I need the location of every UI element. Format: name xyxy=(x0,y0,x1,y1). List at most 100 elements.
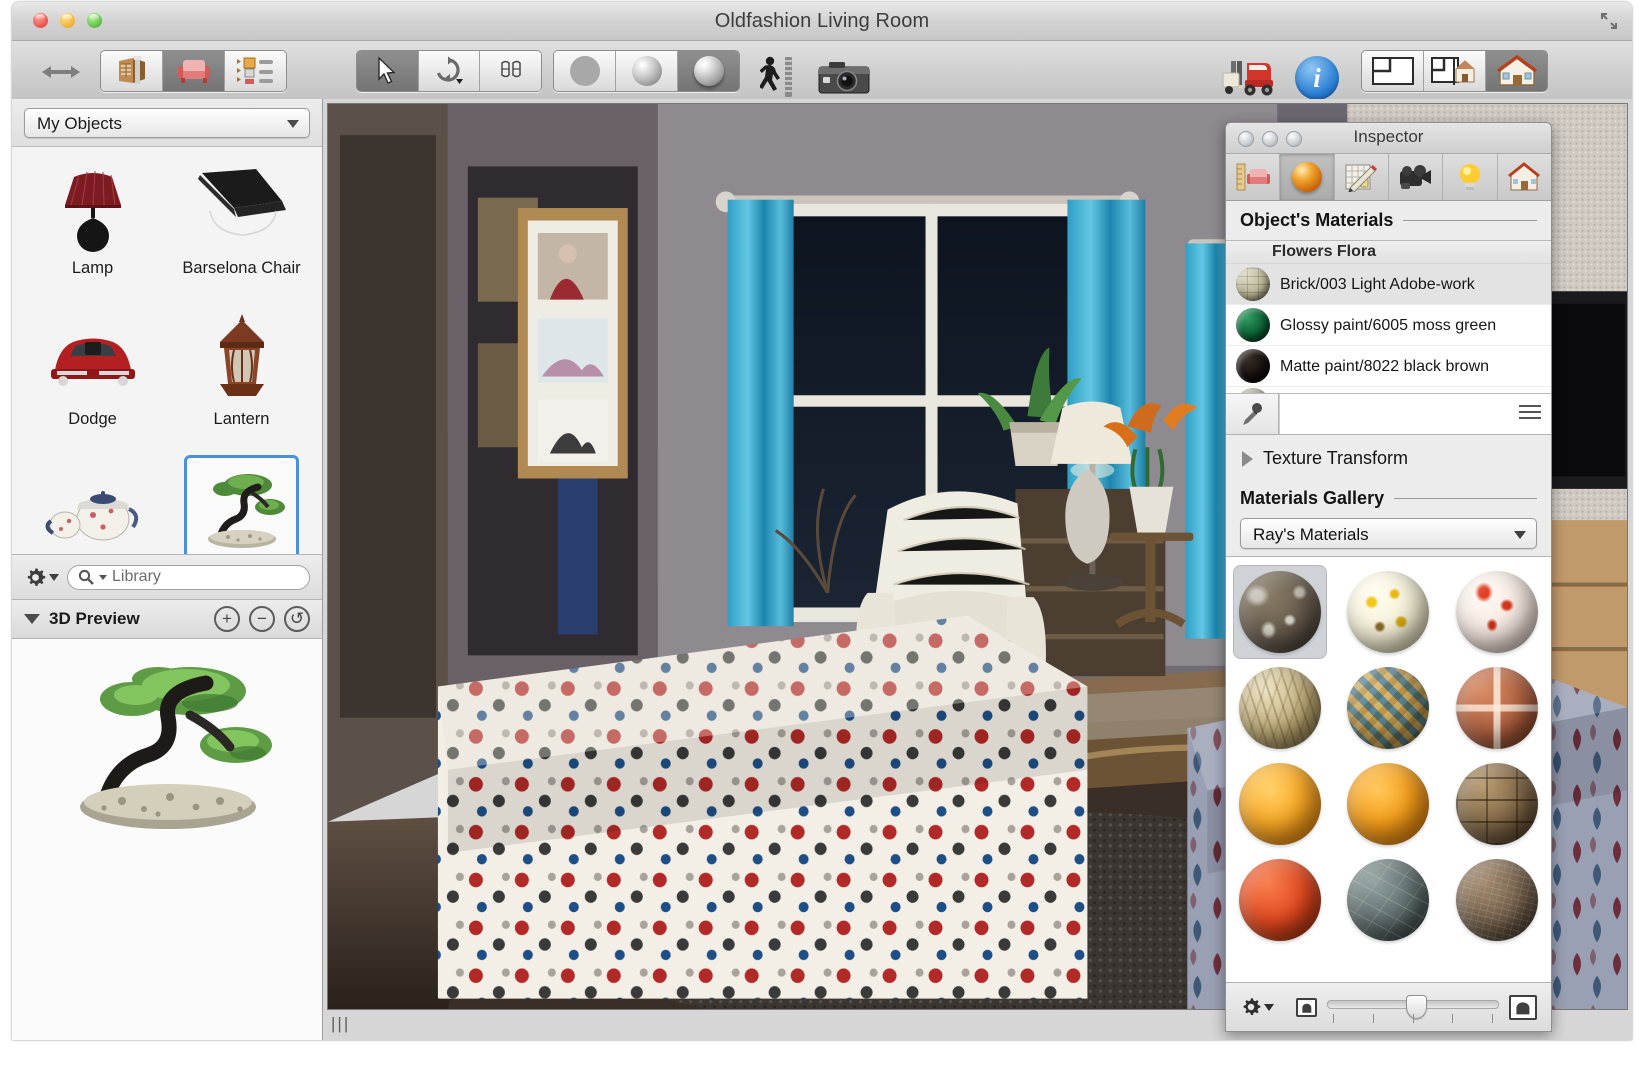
material-ball xyxy=(1456,763,1538,845)
lightbulb-icon xyxy=(1456,162,1484,192)
select-tool[interactable] xyxy=(357,51,419,91)
resize-grip[interactable]: ||| xyxy=(331,1014,350,1034)
eyedropper-value-field[interactable] xyxy=(1279,394,1551,434)
library-button[interactable] xyxy=(101,51,163,91)
object-item-bonsai[interactable]: Bonsai xyxy=(167,455,316,554)
tab-texture[interactable] xyxy=(1335,154,1389,200)
house-icon xyxy=(1496,55,1538,87)
object-label: Lantern xyxy=(214,410,270,429)
raytrace-shading[interactable] xyxy=(678,51,739,91)
object-materials-header: Object's Materials xyxy=(1226,201,1551,235)
tab-material[interactable] xyxy=(1280,154,1334,200)
car-thumb xyxy=(41,312,145,404)
search-icon xyxy=(78,569,94,585)
objects-button[interactable] xyxy=(163,51,225,91)
camera-button[interactable] xyxy=(817,59,873,102)
object-materials-title: Object's Materials xyxy=(1240,210,1393,231)
gallery-swatch-vermillion-matte[interactable] xyxy=(1233,853,1327,947)
preview-title: 3D Preview xyxy=(49,609,205,629)
gallery-swatch-terracotta-tile[interactable] xyxy=(1450,661,1544,755)
tab-camera[interactable] xyxy=(1389,154,1443,200)
forklift-icon[interactable] xyxy=(1219,55,1281,99)
info-button[interactable]: i xyxy=(1295,56,1339,100)
gallery-swatch-orange-gloss[interactable] xyxy=(1233,757,1327,851)
material-row[interactable]: Brick/003 Light Adobe-work xyxy=(1226,264,1551,305)
materials-gallery-value: Ray's Materials xyxy=(1253,525,1369,544)
large-thumbnail-icon[interactable] xyxy=(1509,995,1537,1020)
object-item-lantern[interactable]: Lantern xyxy=(167,304,316,455)
gallery-swatch-floral-dark-brown[interactable] xyxy=(1233,565,1327,659)
preview-zoom-out-button[interactable]: − xyxy=(249,606,275,632)
material-ball xyxy=(1347,667,1429,749)
eyedropper-button[interactable] xyxy=(1226,394,1279,434)
library-sidebar: My Objects Lamp xyxy=(12,99,323,1040)
small-thumbnail-icon[interactable] xyxy=(1296,998,1317,1017)
resize-horizontal-icon[interactable] xyxy=(42,61,80,87)
gallery-swatch-slate-stone[interactable] xyxy=(1341,853,1435,947)
object-item-dodge[interactable]: Dodge xyxy=(18,304,167,455)
tab-object[interactable] xyxy=(1226,154,1280,200)
eyedropper-icon xyxy=(1239,401,1265,427)
info-label: i xyxy=(1313,63,1321,93)
preview-zoom-in-button[interactable]: + xyxy=(214,606,240,632)
thumbnail-size-slider[interactable] xyxy=(1327,994,1499,1020)
toolbar-view-group xyxy=(1361,50,1548,92)
material-row[interactable]: Matte paint/8022 black brown xyxy=(1226,346,1551,387)
split-view-button[interactable] xyxy=(1424,51,1486,91)
toolbar-left-group xyxy=(100,50,287,92)
camera-icon xyxy=(817,59,873,97)
preview-reset-button[interactable]: ↺ xyxy=(284,606,310,632)
inspector-panel: Inspector xyxy=(1225,122,1552,1032)
search-input[interactable]: Library xyxy=(67,565,310,590)
gallery-swatch-engraved-gold[interactable] xyxy=(1233,661,1327,755)
ruler-chair-icon xyxy=(1235,162,1271,192)
lamp-thumb xyxy=(41,161,145,253)
walkthrough-button[interactable] xyxy=(760,55,794,104)
gallery-swatch-amber-gloss[interactable] xyxy=(1341,757,1435,851)
hamburger-icon[interactable] xyxy=(1519,405,1541,423)
flat-shading[interactable] xyxy=(554,51,616,91)
plan-view-button[interactable] xyxy=(1362,51,1424,91)
shaded-sphere-icon xyxy=(632,56,662,86)
inspector-title: Inspector xyxy=(1226,127,1551,147)
gallery-swatch-rough-burlap[interactable] xyxy=(1450,853,1544,947)
gallery-swatch-floral-yellow[interactable] xyxy=(1341,565,1435,659)
rotate-tool[interactable] xyxy=(419,51,481,91)
tab-light[interactable] xyxy=(1443,154,1497,200)
material-ball xyxy=(1347,571,1429,653)
object-item-teapot[interactable]: Teapot xyxy=(18,455,167,554)
chevron-down-icon xyxy=(1514,531,1526,539)
material-row[interactable]: Glossy paint/6005 moss green xyxy=(1226,305,1551,346)
tab-scene[interactable] xyxy=(1498,154,1551,200)
object-item-lamp[interactable]: Lamp xyxy=(18,153,167,304)
library-popup[interactable]: My Objects xyxy=(24,108,310,138)
material-row[interactable] xyxy=(1226,387,1551,394)
object-item-barselona-chair[interactable]: Barselona Chair xyxy=(167,153,316,304)
chevron-down-icon xyxy=(287,120,299,128)
object-materials-list[interactable]: Flowers Flora Brick/003 Light Adobe-work… xyxy=(1226,240,1551,394)
bonsai-thumb xyxy=(190,463,294,554)
walk-tool[interactable] xyxy=(480,51,541,91)
search-placeholder: Library xyxy=(112,568,161,586)
eyedropper-bar xyxy=(1226,394,1551,435)
materials-gallery-popup[interactable]: Ray's Materials xyxy=(1240,518,1537,549)
outline-button[interactable] xyxy=(225,51,286,91)
smooth-shading[interactable] xyxy=(616,51,678,91)
inspector-gear-menu[interactable] xyxy=(1240,996,1274,1018)
objects-grid: Lamp Barselona Chair xyxy=(12,147,322,554)
walking-person-icon xyxy=(760,55,794,99)
library-gear-menu[interactable] xyxy=(24,566,59,589)
expand-icon[interactable] xyxy=(1600,12,1618,30)
preview-3d-area[interactable] xyxy=(12,639,322,1040)
texture-transform-row[interactable]: Texture Transform xyxy=(1226,435,1551,479)
triangle-down-icon[interactable] xyxy=(24,614,40,624)
camera-icon xyxy=(1398,163,1434,191)
toolbar-tool-group xyxy=(356,50,542,92)
gallery-swatch-floral-red[interactable] xyxy=(1450,565,1544,659)
gallery-swatch-argyle-plaid[interactable] xyxy=(1341,661,1435,755)
triangle-right-icon[interactable] xyxy=(1242,451,1253,467)
teapot-thumb xyxy=(41,463,145,554)
gallery-swatch-wood-plank[interactable] xyxy=(1450,757,1544,851)
flat-sphere-icon xyxy=(570,56,600,86)
house-view-button[interactable] xyxy=(1486,51,1547,91)
